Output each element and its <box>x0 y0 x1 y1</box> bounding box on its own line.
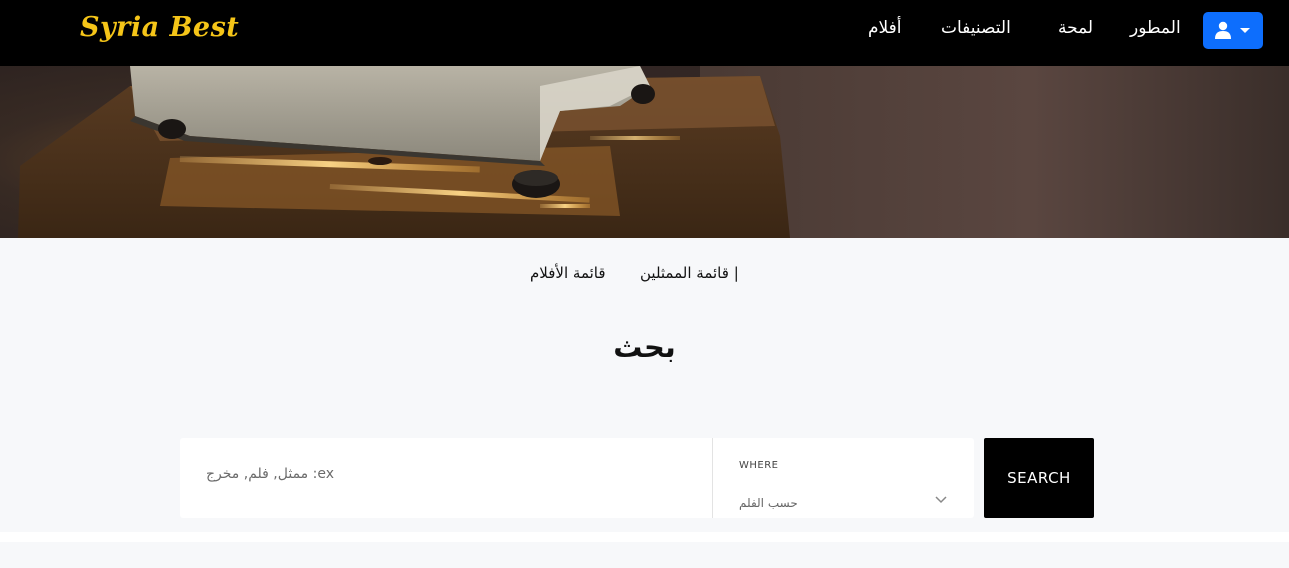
projector-photo <box>0 66 1289 238</box>
actors-list-link[interactable]: قائمة الممثلين | <box>640 264 739 282</box>
brand-logo[interactable]: Syria Best <box>80 12 239 43</box>
nav-item-overview[interactable]: لمحة <box>1058 18 1093 38</box>
search-button[interactable]: SEARCH <box>984 438 1094 518</box>
nav-item-developer[interactable]: المطور <box>1130 18 1181 38</box>
chevron-down-icon <box>935 496 947 504</box>
user-icon <box>1215 21 1231 39</box>
where-label: WHERE <box>739 460 779 471</box>
hero-banner-image <box>0 66 1289 238</box>
search-input[interactable] <box>204 466 334 482</box>
lower-section <box>0 542 1289 568</box>
page-title: بحث <box>613 330 676 364</box>
search-section: قائمة الممثلين | قائمة الأفلام بحث WHERE… <box>0 238 1289 532</box>
nav-item-categories[interactable]: التصنيفات <box>941 18 1011 38</box>
chevron-down-icon <box>1240 28 1250 33</box>
where-select[interactable]: WHERE حسب الفلم <box>712 438 974 518</box>
where-selected-value: حسب الفلم <box>739 496 798 510</box>
search-field <box>180 438 712 518</box>
user-menu-button[interactable] <box>1203 12 1263 49</box>
top-navbar: Syria Best أفلام التصنيفات لمحة المطور <box>0 0 1289 66</box>
films-list-link[interactable]: قائمة الأفلام <box>530 264 606 282</box>
nav-item-movies[interactable]: أفلام <box>868 18 902 38</box>
